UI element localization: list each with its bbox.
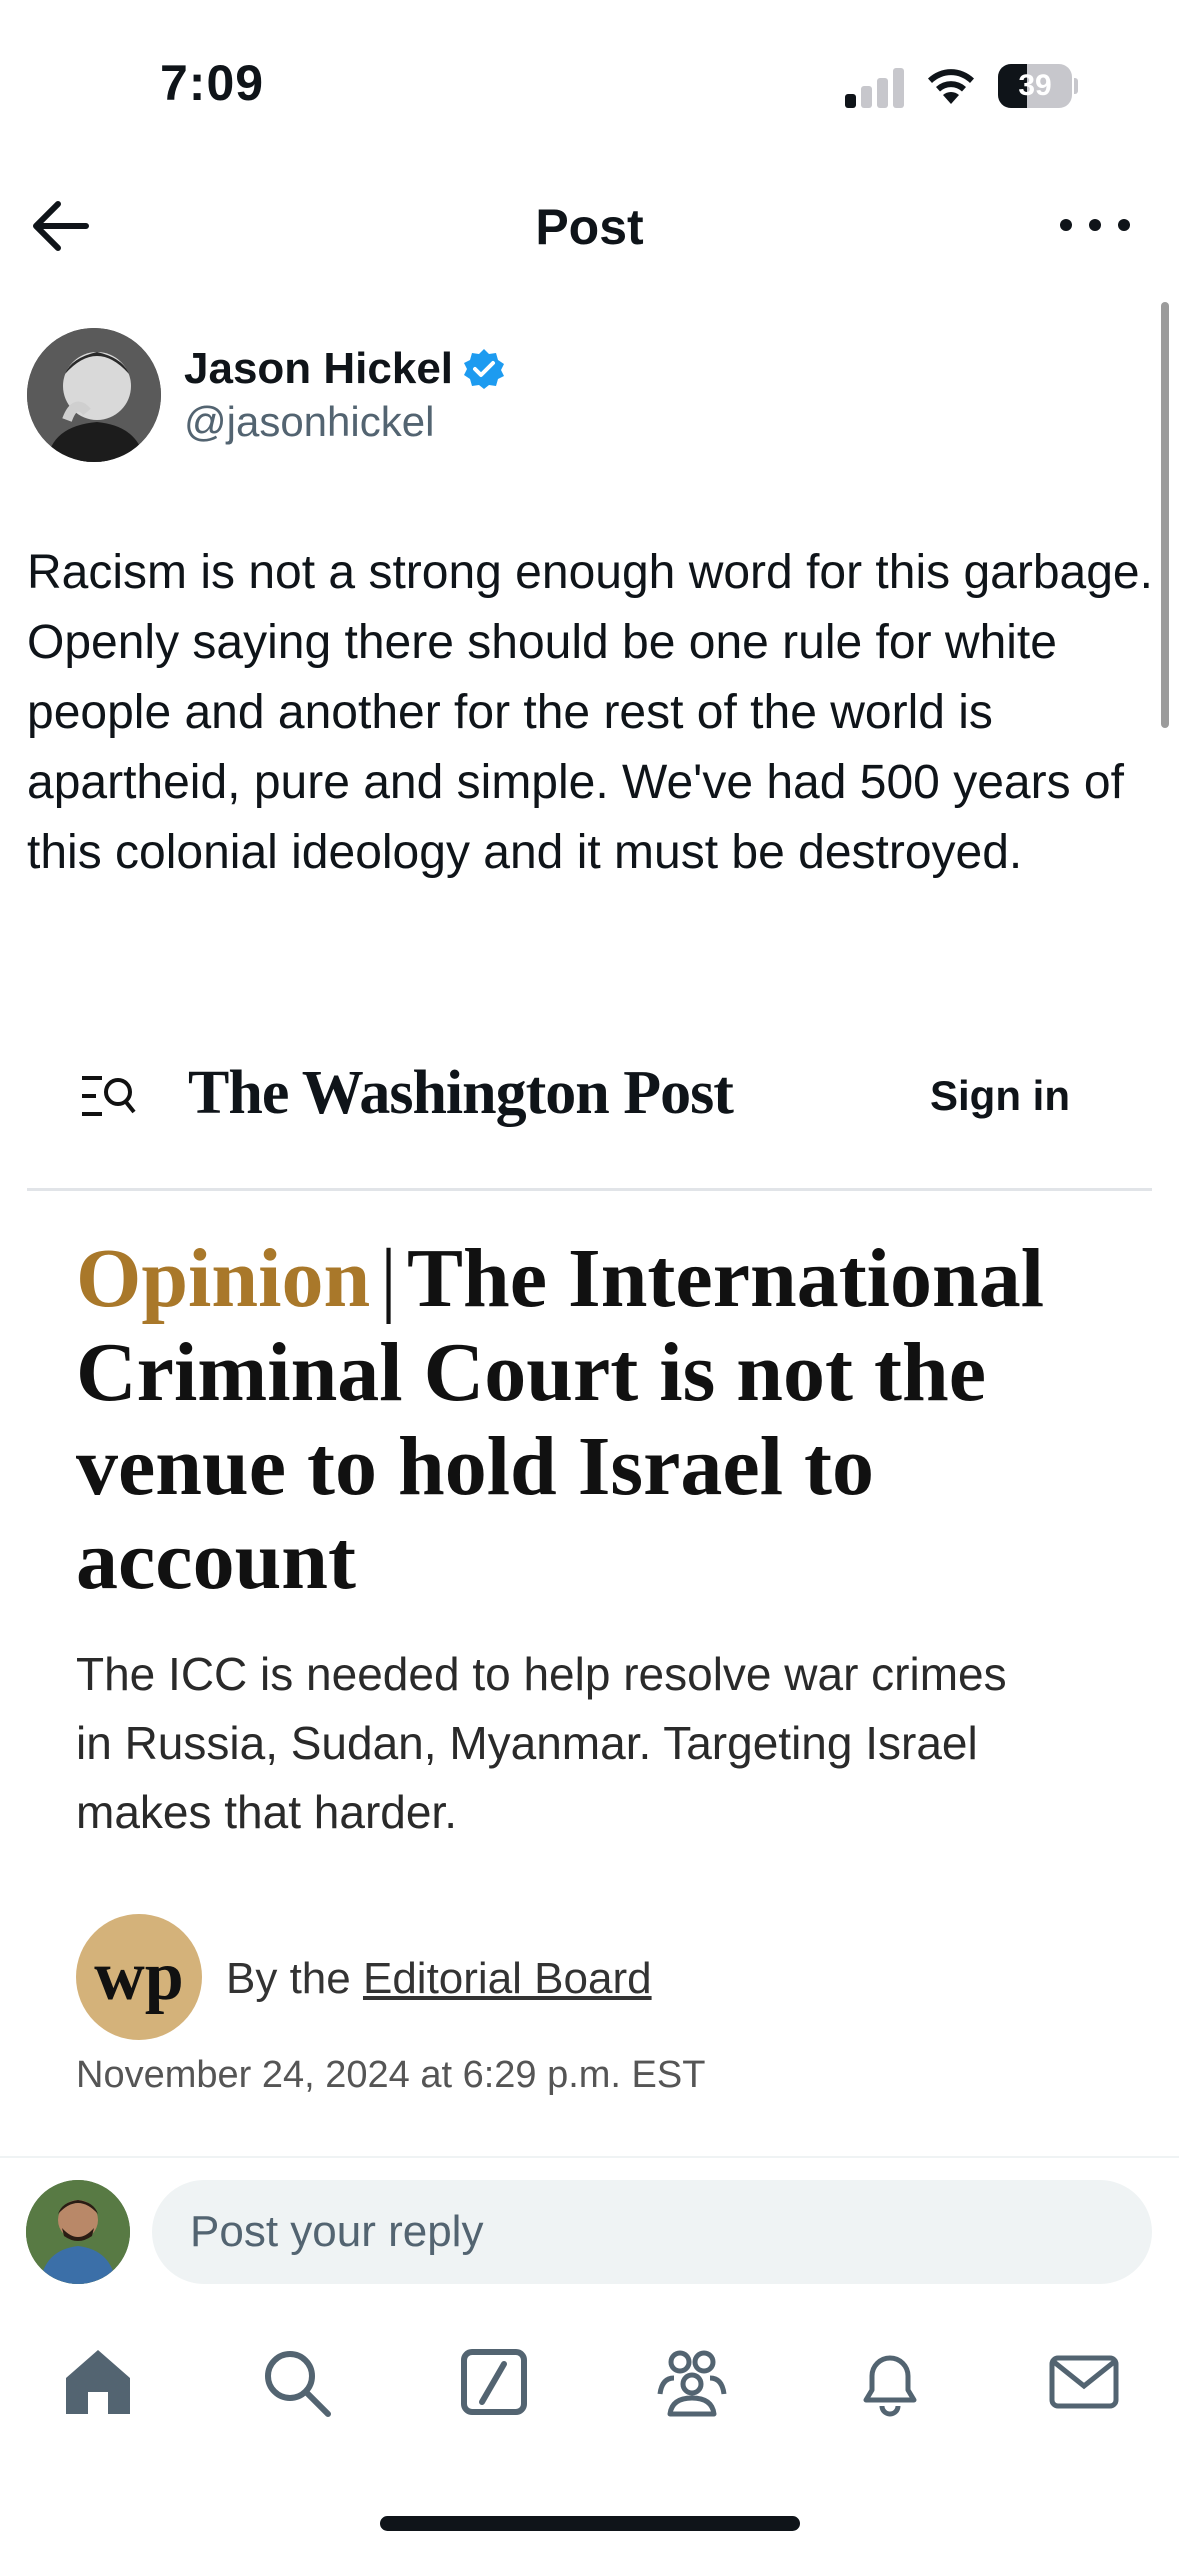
grok-icon[interactable] xyxy=(456,2344,532,2420)
search-icon[interactable] xyxy=(258,2344,334,2420)
author-name-text: Jason Hickel xyxy=(184,344,454,393)
wifi-icon xyxy=(928,69,974,104)
byline-author: Editorial Board xyxy=(362,1954,652,2003)
byline-prefix: By the xyxy=(226,1954,351,2003)
headline-separator: | xyxy=(380,1232,397,1325)
status-time: 7:09 xyxy=(160,55,265,111)
home-icon[interactable] xyxy=(60,2344,136,2420)
article-byline: By the Editorial Board xyxy=(226,1954,652,2004)
scrollbar[interactable] xyxy=(1161,302,1169,728)
tweet-text: Racism is not a strong enough word for t… xyxy=(27,546,1153,879)
page-title: Post xyxy=(535,199,644,255)
article-divider xyxy=(27,1188,1152,1191)
battery-icon: 39 xyxy=(998,64,1078,108)
wp-badge-logo: wp xyxy=(76,1914,202,2040)
article-subhead: The ICC is needed to help resolve war cr… xyxy=(76,1648,1007,1838)
article-sign-in: Sign in xyxy=(930,1072,1070,1119)
reply-placeholder: Post your reply xyxy=(190,2207,484,2256)
article-date: November 24, 2024 at 6:29 p.m. EST xyxy=(76,2054,706,2096)
author-handle[interactable]: @jasonhickel xyxy=(184,398,434,446)
communities-icon[interactable] xyxy=(654,2344,730,2420)
battery-percent: 39 xyxy=(1018,69,1052,102)
reply-input[interactable]: Post your reply xyxy=(152,2180,1152,2284)
home-indicator[interactable] xyxy=(380,2516,800,2531)
washington-post-logo: The Washington Post xyxy=(188,1059,734,1127)
divider xyxy=(0,2156,1179,2158)
verified-badge-icon xyxy=(464,349,505,389)
menu-search-icon xyxy=(82,1076,136,1116)
user-avatar[interactable] xyxy=(26,2180,130,2284)
more-options-icon[interactable] xyxy=(1060,200,1130,250)
notifications-icon[interactable] xyxy=(852,2344,928,2420)
opinion-label: Opinion xyxy=(76,1232,371,1325)
cellular-signal-icon xyxy=(845,66,905,108)
author-name[interactable]: Jason Hickel xyxy=(184,344,505,394)
author-avatar[interactable] xyxy=(27,328,161,462)
article-headline-block: Opinion | The International Criminal Court… xyxy=(76,1232,1096,1608)
messages-icon[interactable] xyxy=(1046,2344,1122,2420)
